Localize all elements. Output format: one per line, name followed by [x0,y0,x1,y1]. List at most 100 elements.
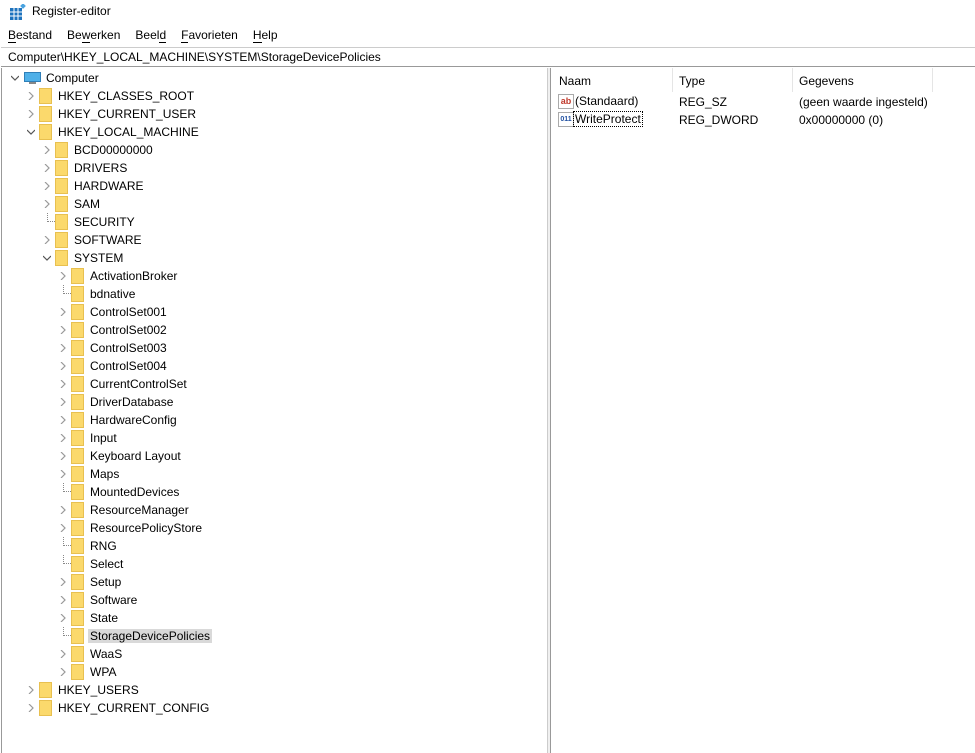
chevron-right-icon[interactable] [58,447,68,465]
tree-item[interactable]: RNG [2,537,542,555]
menu-bewerken[interactable]: Bewerken [59,26,127,46]
registry-tree[interactable]: Computer HKEY_CLASSES_ROOT HKEY_CURRENT_US… [1,68,547,753]
tree-item[interactable]: ControlSet003 [2,339,542,357]
tree-item[interactable]: CurrentControlSet [2,375,542,393]
folder-icon [39,106,52,122]
tree-item[interactable]: HardwareConfig [2,411,542,429]
value-row[interactable]: 011 WriteProtect REG_DWORD 0x00000000 (0) [552,111,975,129]
chevron-right-icon[interactable] [58,303,68,321]
chevron-right-icon[interactable] [58,375,68,393]
tree-item[interactable]: ResourceManager [2,501,542,519]
tree-item[interactable]: Select [2,555,542,573]
column-divider[interactable] [932,68,933,92]
tree-item-label: ControlSet003 [90,341,167,355]
chevron-right-icon[interactable] [26,105,36,123]
tree-item[interactable]: Input [2,429,542,447]
column-divider[interactable] [792,68,793,92]
tree-item[interactable]: StorageDevicePolicies [2,627,542,645]
chevron-right-icon[interactable] [26,699,36,717]
chevron-down-icon[interactable] [42,249,52,267]
tree-item[interactable]: HKEY_LOCAL_MACHINE [2,123,542,141]
chevron-right-icon[interactable] [58,357,68,375]
chevron-right-icon[interactable] [58,429,68,447]
tree-item[interactable]: HKEY_USERS [2,681,542,699]
tree-item-label: Computer [46,71,99,85]
chevron-right-icon[interactable] [26,681,36,699]
menu-favorieten[interactable]: Favorieten [173,26,245,46]
chevron-right-icon[interactable] [58,645,68,663]
tree-item[interactable]: DriverDatabase [2,393,542,411]
tree-item[interactable]: Keyboard Layout [2,447,542,465]
tree-item[interactable]: State [2,609,542,627]
tree-item[interactable]: bdnative [2,285,542,303]
chevron-right-icon[interactable] [42,159,52,177]
folder-icon [55,178,68,194]
tree-item[interactable]: HKEY_CURRENT_CONFIG [2,699,542,717]
value-row[interactable]: ab (Standaard) REG_SZ (geen waarde ingestel… [552,93,975,111]
tree-item[interactable]: MountedDevices [2,483,542,501]
chevron-right-icon[interactable] [42,231,52,249]
tree-item[interactable]: ControlSet002 [2,321,542,339]
chevron-right-icon[interactable] [58,267,68,285]
tree-item-label: DRIVERS [74,161,128,175]
folder-icon [55,160,68,176]
chevron-right-icon[interactable] [42,195,52,213]
tree-item[interactable]: HKEY_CLASSES_ROOT [2,87,542,105]
address-bar[interactable]: Computer\HKEY_LOCAL_MACHINE\SYSTEM\Stora… [1,47,975,67]
tree-item-label: State [90,611,119,625]
chevron-right-icon[interactable] [58,591,68,609]
chevron-right-icon[interactable] [58,573,68,591]
tree-item[interactable]: ControlSet004 [2,357,542,375]
tree-item[interactable]: Computer [2,69,542,87]
column-header-name[interactable]: Naam [559,74,591,88]
menu-bestand[interactable]: Bestand [0,26,59,46]
tree-item[interactable]: WPA [2,663,542,681]
tree-item[interactable]: SOFTWARE [2,231,542,249]
menu-help[interactable]: Help [245,26,285,46]
chevron-right-icon[interactable] [58,321,68,339]
tree-item[interactable]: Maps [2,465,542,483]
chevron-right-icon[interactable] [42,141,52,159]
chevron-right-icon[interactable] [58,393,68,411]
chevron-right-icon[interactable] [58,519,68,537]
column-divider[interactable] [672,68,673,92]
chevron-down-icon[interactable] [10,69,20,87]
tree-item[interactable]: BCD00000000 [2,141,542,159]
chevron-right-icon[interactable] [58,501,68,519]
tree-item-label: HARDWARE [74,179,144,193]
folder-icon [71,466,84,482]
tree-item[interactable]: ControlSet001 [2,303,542,321]
tree-item-label: MountedDevices [90,485,180,499]
tree-item[interactable]: SYSTEM [2,249,542,267]
tree-item-label: Select [90,557,124,571]
tree-item[interactable]: WaaS [2,645,542,663]
tree-item[interactable]: HARDWARE [2,177,542,195]
tree-item[interactable]: SECURITY [2,213,542,231]
menu-beeld[interactable]: Beeld [127,26,173,46]
tree-connector [63,483,71,492]
chevron-down-icon[interactable] [26,123,36,141]
folder-icon [71,610,84,626]
chevron-right-icon[interactable] [42,177,52,195]
tree-item[interactable]: SAM [2,195,542,213]
chevron-right-icon[interactable] [58,609,68,627]
tree-item-label: RNG [90,539,117,553]
tree-item[interactable]: Software [2,591,542,609]
value-type: REG_DWORD [679,113,759,127]
tree-item-label: ControlSet002 [90,323,167,337]
column-header-type[interactable]: Type [679,74,705,88]
chevron-right-icon[interactable] [58,663,68,681]
chevron-right-icon[interactable] [58,339,68,357]
tree-item[interactable]: DRIVERS [2,159,542,177]
column-header-data[interactable]: Gegevens [799,74,854,88]
tree-item[interactable]: HKEY_CURRENT_USER [2,105,542,123]
access-key-underline [8,42,17,43]
chevron-right-icon[interactable] [26,87,36,105]
chevron-right-icon[interactable] [58,411,68,429]
tree-item[interactable]: ResourcePolicyStore [2,519,542,537]
chevron-right-icon[interactable] [58,465,68,483]
folder-icon [71,556,84,572]
tree-item[interactable]: ActivationBroker [2,267,542,285]
pane-splitter[interactable] [547,68,551,753]
tree-item[interactable]: Setup [2,573,542,591]
